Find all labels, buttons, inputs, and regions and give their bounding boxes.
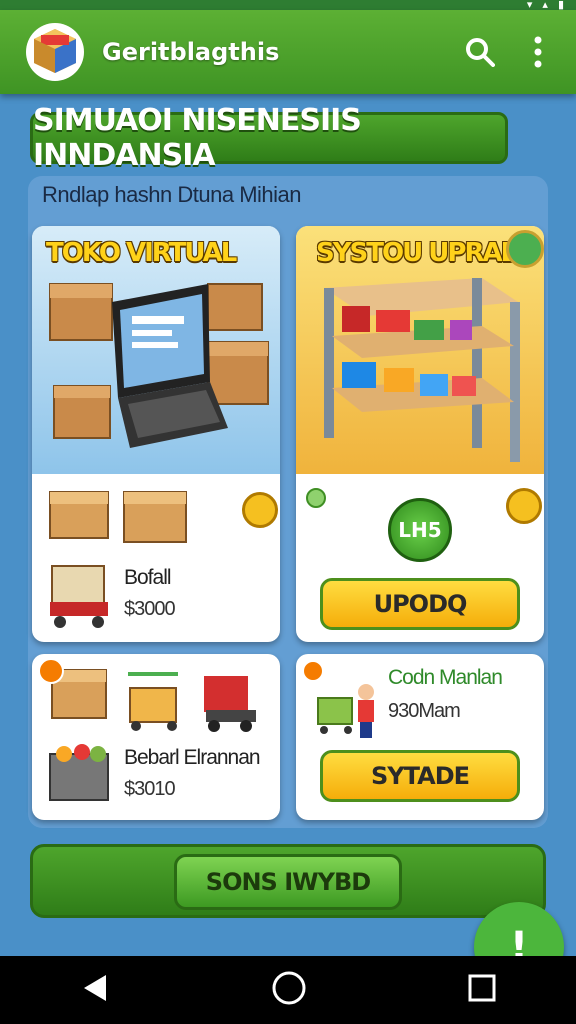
cart-icon bbox=[50, 565, 108, 628]
toko-item-price: $3000 bbox=[124, 598, 176, 620]
supply-label: Bebarl Elrannan bbox=[124, 746, 261, 769]
app-bar: Geritblagthis bbox=[0, 10, 576, 94]
level-badge: LH5 bbox=[388, 498, 452, 562]
star-badge-icon bbox=[506, 230, 544, 268]
toko-item-label: Bofall bbox=[124, 566, 172, 589]
smiley-icon bbox=[506, 488, 542, 524]
hand-truck-icon bbox=[128, 672, 178, 731]
toko-illustration: TOKO VIRTUAL bbox=[32, 226, 280, 474]
shelf-illustration: SYSTOU UPRADE bbox=[296, 226, 544, 474]
system-upgrade-body: LH5 UPODQ bbox=[296, 474, 544, 642]
page-banner: SIMUAOI NISENESIIS INNDANSIA bbox=[30, 103, 508, 173]
main-action-button[interactable]: SONS IWYBD bbox=[174, 854, 402, 910]
alert-badge-icon bbox=[38, 658, 64, 684]
panel-subtitle: Rndlap hashn Dtuna Mihian bbox=[42, 182, 302, 207]
sytade-button[interactable]: SYTADE bbox=[320, 750, 520, 802]
battery-icon: ▮ bbox=[557, 0, 564, 10]
status-bar: ▾ ▴ ▮ bbox=[0, 0, 576, 10]
search-button[interactable] bbox=[456, 28, 504, 76]
toko-items: Bofall $3000 bbox=[32, 474, 280, 642]
toko-virtual-card[interactable]: TOKO VIRTUAL Bofall $3000 bbox=[32, 226, 280, 642]
back-triangle-icon bbox=[84, 975, 107, 1001]
supply-price: $3010 bbox=[124, 778, 176, 800]
recents-square-icon bbox=[468, 974, 496, 1002]
alert-badge-icon bbox=[302, 660, 324, 682]
more-vert-icon bbox=[534, 36, 542, 68]
system-upgrade-card[interactable]: SYSTOU UPRADE LH5 UPODQ bbox=[296, 226, 544, 642]
search-icon bbox=[466, 38, 495, 67]
upgrade-button[interactable]: UPODQ bbox=[320, 578, 520, 630]
app-logo-icon bbox=[24, 21, 86, 83]
supply-card[interactable]: Bebarl Elrannan $3010 bbox=[32, 654, 280, 820]
system-nav-bar bbox=[0, 956, 576, 1024]
small-green-dot-icon bbox=[306, 488, 326, 508]
wifi-icon: ▾ bbox=[526, 0, 533, 10]
truck-icon bbox=[204, 676, 256, 732]
shelf-icon bbox=[324, 278, 520, 462]
signal-icon: ▴ bbox=[542, 0, 548, 10]
customer-value: 930Mam bbox=[388, 700, 461, 722]
system-card-title: SYSTOU UPRADE bbox=[316, 238, 538, 268]
app-title: Geritblagthis bbox=[102, 38, 280, 66]
coin-badge-icon bbox=[242, 492, 278, 528]
home-button[interactable] bbox=[271, 970, 307, 1010]
home-circle-icon bbox=[272, 971, 306, 1005]
toko-card-title: TOKO VIRTUAL bbox=[46, 238, 237, 268]
recents-button[interactable] bbox=[468, 974, 496, 1006]
basket-icon bbox=[49, 744, 109, 801]
box-icon bbox=[49, 491, 187, 543]
more-options-button[interactable] bbox=[514, 28, 562, 76]
customer-card[interactable]: Codn Manlan 930Mam SYTADE bbox=[296, 654, 544, 820]
back-button[interactable] bbox=[80, 973, 110, 1007]
customer-label: Codn Manlan bbox=[388, 666, 503, 689]
